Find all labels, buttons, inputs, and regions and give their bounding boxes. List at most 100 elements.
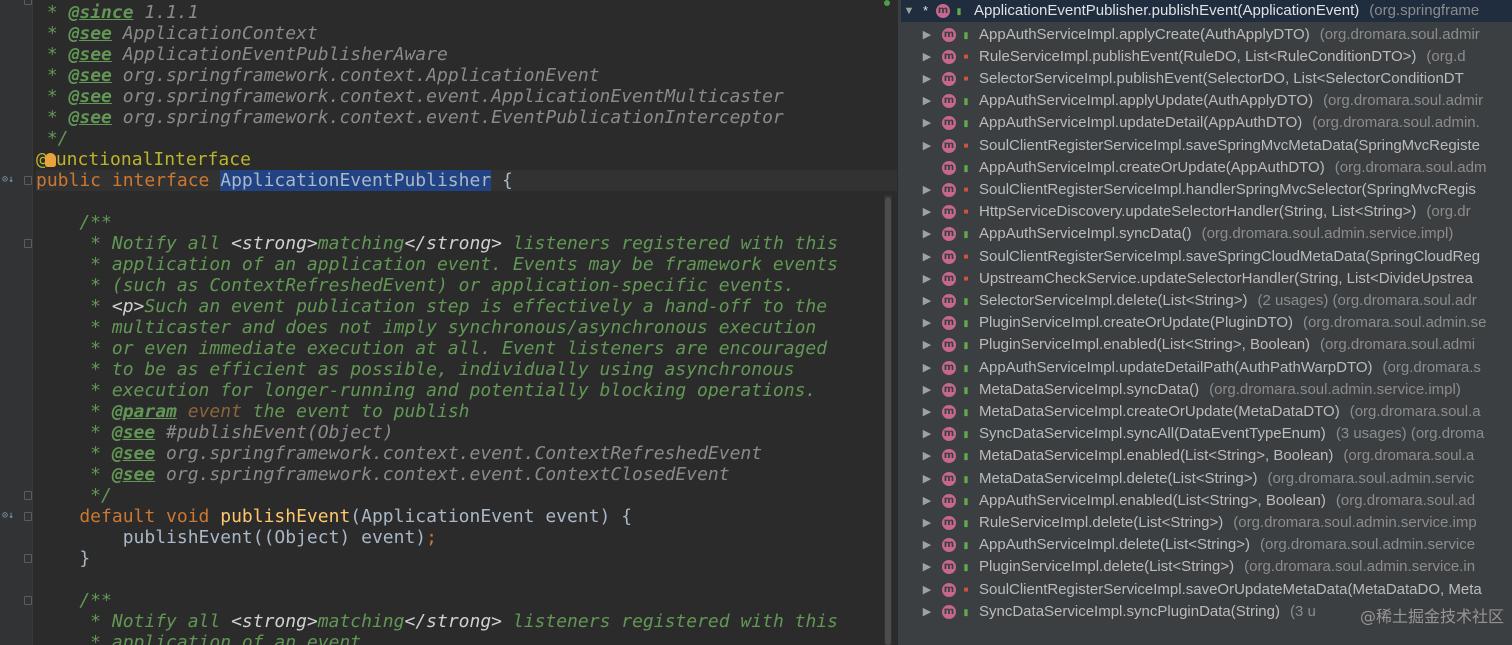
- package-name: (org.d: [1426, 47, 1466, 65]
- expand-right-icon[interactable]: ▶: [921, 401, 933, 423]
- code-line[interactable]: * @see org.springframework.context.event…: [36, 86, 784, 107]
- hierarchy-row[interactable]: ▶ m ▮ AppAuthServiceImpl.updateDetailPath(A…: [901, 357, 1512, 379]
- expand-right-icon[interactable]: ▶: [921, 379, 933, 401]
- fold-icon[interactable]: [24, 554, 32, 563]
- code-line[interactable]: * application of an event.: [36, 632, 372, 645]
- expand-right-icon[interactable]: ▶: [921, 223, 933, 245]
- hierarchy-row[interactable]: ▶ m ▮ MetaDataServiceImpl.createOrUpdate(Me…: [901, 401, 1512, 423]
- hierarchy-row[interactable]: ▶ m ■ UpstreamCheckService.updateSelectorHa…: [901, 268, 1512, 290]
- expand-right-icon[interactable]: ▶: [921, 246, 933, 268]
- expand-right-icon[interactable]: ▶: [921, 512, 933, 534]
- hierarchy-row[interactable]: ▶ m ▮ AppAuthServiceImpl.applyCreate(AuthAp…: [901, 24, 1512, 46]
- expand-right-icon[interactable]: ▶: [921, 135, 933, 157]
- expand-right-icon[interactable]: ▶: [921, 90, 933, 112]
- hierarchy-row[interactable]: ▶ m ▮ PluginServiceImpl.createOrUpdate(Plug…: [901, 312, 1512, 334]
- code-line[interactable]: default void publishEvent(ApplicationEve…: [36, 506, 632, 527]
- private-lock-icon: ■: [963, 140, 969, 150]
- editor-scrollbar-thumb[interactable]: [885, 197, 891, 645]
- code-line[interactable]: * application of an application event. E…: [36, 254, 838, 275]
- code-line[interactable]: * or even immediate execution at all. Ev…: [36, 338, 827, 359]
- expand-right-icon[interactable]: ▶: [921, 601, 933, 623]
- expand-right-icon[interactable]: ▶: [921, 46, 933, 68]
- code-area[interactable]: * @since 1.1.1 * @see ApplicationContext…: [36, 0, 897, 645]
- intention-bulb-icon[interactable]: [44, 153, 56, 167]
- expand-right-icon[interactable]: ▶: [921, 312, 933, 334]
- code-line[interactable]: public interface ApplicationEventPublish…: [36, 170, 897, 191]
- expand-right-icon[interactable]: ▶: [921, 268, 933, 290]
- code-line[interactable]: * @see #publishEvent(Object): [36, 422, 393, 443]
- hierarchy-row[interactable]: ▶ m ▮ MetaDataServiceImpl.syncData() (org.dr…: [901, 379, 1512, 401]
- code-line[interactable]: */: [36, 485, 112, 506]
- hierarchy-row[interactable]: ▶ m ■ RuleServiceImpl.publishEvent(RuleDO, …: [901, 46, 1512, 68]
- code-line[interactable]: * <p>Such an event publication step is e…: [36, 296, 827, 317]
- expand-down-icon[interactable]: ▼: [903, 0, 915, 22]
- code-line[interactable]: * @param event the event to publish: [36, 401, 469, 422]
- fold-icon[interactable]: [24, 596, 32, 605]
- code-line[interactable]: }: [36, 548, 90, 569]
- hierarchy-row[interactable]: ▶ m ▮ PluginServiceImpl.delete(List<String>…: [901, 556, 1512, 578]
- hierarchy-row[interactable]: ▶ m ■ SoulClientRegisterServiceImpl.handler…: [901, 179, 1512, 201]
- expand-right-icon[interactable]: ▶: [921, 579, 933, 601]
- code-line[interactable]: * @see org.springframework.context.Appli…: [36, 65, 600, 86]
- expand-right-icon[interactable]: ▶: [921, 112, 933, 134]
- hierarchy-row[interactable]: ▶ m ■ SelectorServiceImpl.publishEvent(Sele…: [901, 68, 1512, 90]
- code-line[interactable]: * @see org.springframework.context.event…: [36, 464, 729, 485]
- expand-right-icon[interactable]: ▶: [921, 556, 933, 578]
- hierarchy-row[interactable]: m ▮ AppAuthServiceImpl.createOrUpdate(AppA…: [901, 157, 1512, 179]
- hierarchy-row[interactable]: ▶ m ▮ RuleServiceImpl.delete(List<String>) (…: [901, 512, 1512, 534]
- expand-right-icon[interactable]: ▶: [921, 201, 933, 223]
- hierarchy-row[interactable]: ▶ m ▮ AppAuthServiceImpl.delete(List<String…: [901, 534, 1512, 556]
- code-line[interactable]: * to be as efficient as possible, indivi…: [36, 359, 794, 380]
- code-line[interactable]: * @see org.springframework.context.event…: [36, 443, 762, 464]
- fold-icon[interactable]: [24, 239, 32, 248]
- code-editor[interactable]: ⊙↓ ⊙↓ * @since 1.1.1 * @see ApplicationCo…: [0, 0, 897, 645]
- hierarchy-row[interactable]: ▶ m ▮ AppAuthServiceImpl.syncData() (org.dro…: [901, 223, 1512, 245]
- hierarchy-row[interactable]: ▶ m ■ SoulClientRegisterServiceImpl.saveSpr…: [901, 246, 1512, 268]
- expand-right-icon[interactable]: ▶: [921, 68, 933, 90]
- code-line[interactable]: publishEvent((Object) event);: [36, 527, 437, 548]
- fold-icon[interactable]: [24, 0, 32, 5]
- code-line[interactable]: * @see ApplicationEventPublisherAware: [36, 44, 448, 65]
- editor-gutter[interactable]: ⊙↓ ⊙↓: [0, 0, 33, 645]
- fold-icon[interactable]: [24, 512, 32, 521]
- hierarchy-root-row[interactable]: ▼ * m ▮ ApplicationEventPublisher.publis…: [901, 0, 1512, 22]
- expand-right-icon[interactable]: ▶: [921, 334, 933, 356]
- code-line[interactable]: /**: [36, 212, 112, 233]
- implemented-marker-icon[interactable]: ⊙↓: [2, 174, 14, 186]
- expand-right-icon[interactable]: ▶: [921, 179, 933, 201]
- fold-icon[interactable]: [24, 176, 32, 185]
- hierarchy-row[interactable]: ▶ m ▮ MetaDataServiceImpl.enabled(List<Stri…: [901, 445, 1512, 467]
- code-line[interactable]: * multicaster and does not imply synchro…: [36, 317, 816, 338]
- hierarchy-row[interactable]: ▶ m ▮ PluginServiceImpl.enabled(List<String…: [901, 334, 1512, 356]
- hierarchy-row[interactable]: ▶ m ▮ MetaDataServiceImpl.delete(List<Strin…: [901, 468, 1512, 490]
- hierarchy-row[interactable]: ▶ m ▮ AppAuthServiceImpl.updateDetail(AppAu…: [901, 112, 1512, 134]
- expand-right-icon[interactable]: ▶: [921, 24, 933, 46]
- hierarchy-row[interactable]: ▶ m ■ SoulClientRegisterServiceImpl.saveOrU…: [901, 579, 1512, 601]
- code-line[interactable]: * execution for longer-running and poten…: [36, 380, 816, 401]
- code-token: */: [36, 128, 69, 149]
- hierarchy-row[interactable]: ▶ m ■ SoulClientRegisterServiceImpl.saveSpr…: [901, 135, 1512, 157]
- code-line[interactable]: * (such as ContextRefreshedEvent) or app…: [36, 275, 794, 296]
- fold-icon[interactable]: [24, 491, 32, 500]
- code-line[interactable]: * @see org.springframework.context.event…: [36, 107, 784, 128]
- hierarchy-row[interactable]: ▶ m ▮ SyncDataServiceImpl.syncAll(DataEvent…: [901, 423, 1512, 445]
- expand-right-icon[interactable]: ▶: [921, 490, 933, 512]
- expand-right-icon[interactable]: ▶: [921, 357, 933, 379]
- expand-right-icon[interactable]: ▶: [921, 290, 933, 312]
- code-line[interactable]: * Notify all <strong>matching</strong> l…: [36, 611, 838, 632]
- expand-right-icon[interactable]: ▶: [921, 468, 933, 490]
- implemented-marker-icon[interactable]: ⊙↓: [2, 510, 14, 522]
- code-line[interactable]: */: [36, 128, 69, 149]
- hierarchy-row[interactable]: ▶ m ▮ SelectorServiceImpl.delete(List<Strin…: [901, 290, 1512, 312]
- expand-right-icon[interactable]: ▶: [921, 534, 933, 556]
- code-line[interactable]: * @since 1.1.1: [36, 2, 199, 23]
- code-line[interactable]: * @see ApplicationContext: [36, 23, 318, 44]
- hierarchy-row[interactable]: ▶ m ▮ AppAuthServiceImpl.enabled(List<Strin…: [901, 490, 1512, 512]
- code-line[interactable]: @ unctionalInterface: [36, 149, 251, 170]
- hierarchy-row[interactable]: ▶ m ▮ AppAuthServiceImpl.applyUpdate(AuthAp…: [901, 90, 1512, 112]
- expand-right-icon[interactable]: ▶: [921, 445, 933, 467]
- hierarchy-row[interactable]: ▶ m ■ HttpServiceDiscovery.updateSelectorHa…: [901, 201, 1512, 223]
- code-line[interactable]: /**: [36, 590, 112, 611]
- expand-right-icon[interactable]: ▶: [921, 423, 933, 445]
- code-line[interactable]: * Notify all <strong>matching</strong> l…: [36, 233, 838, 254]
